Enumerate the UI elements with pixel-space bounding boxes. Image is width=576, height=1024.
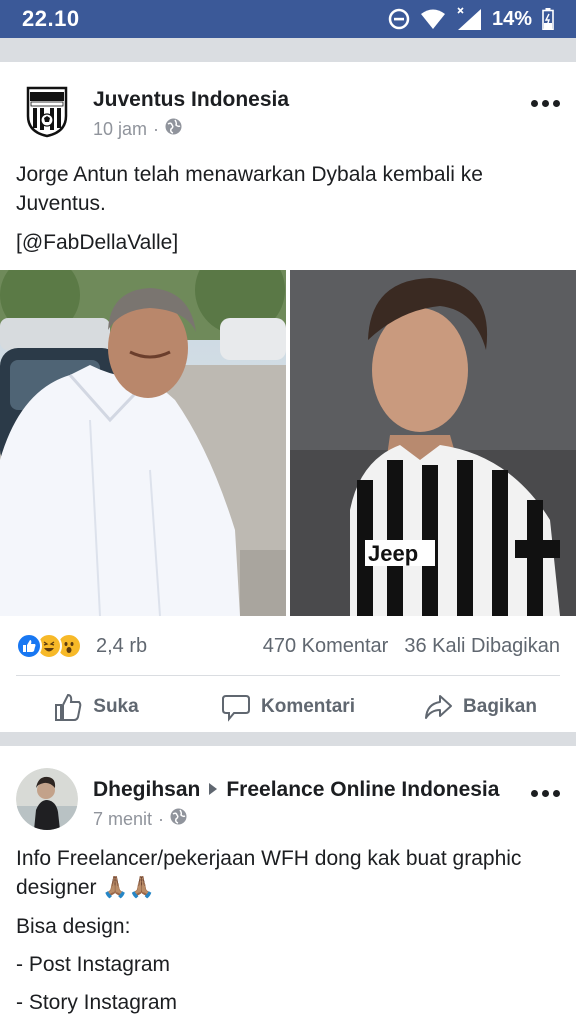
post-text-line: - Post Instagram bbox=[16, 953, 171, 976]
comment-icon bbox=[221, 692, 251, 722]
post-actions: Suka Komentari Bagikan bbox=[0, 682, 576, 732]
post-header: Juventus Indonesia 10 jam · bbox=[16, 78, 560, 142]
globe-icon bbox=[165, 118, 182, 140]
reactions-bar: 2,4 rb 470 Komentar 36 Kali Dibagikan bbox=[16, 630, 560, 662]
signal-icon bbox=[456, 7, 482, 31]
post-time[interactable]: 10 jam bbox=[93, 119, 147, 140]
like-label: Suka bbox=[93, 696, 139, 717]
feed-post: Juventus Indonesia 10 jam · Jorge Antun … bbox=[0, 62, 576, 732]
share-icon bbox=[423, 692, 453, 722]
comment-label: Komentari bbox=[261, 696, 355, 717]
group-name-link[interactable]: Freelance Online Indonesia bbox=[226, 778, 499, 802]
status-icons: 14% bbox=[388, 7, 554, 31]
svg-text:Jeep: Jeep bbox=[368, 541, 418, 566]
post-header: Dhegihsan Freelance Online Indonesia 7 m… bbox=[16, 768, 560, 832]
page-avatar[interactable] bbox=[16, 78, 78, 140]
globe-icon bbox=[170, 808, 187, 830]
photo-grid: Jeep bbox=[0, 270, 576, 616]
post-photo-right[interactable]: Jeep bbox=[290, 270, 576, 616]
share-label: Bagikan bbox=[463, 696, 537, 717]
more-options-button[interactable] bbox=[531, 100, 560, 107]
post-text-line: Bisa design: bbox=[16, 915, 131, 938]
feed-gap bbox=[0, 732, 576, 746]
post-text: Jorge Antun telah menawarkan Dybala kemb… bbox=[16, 163, 483, 215]
meta-separator: · bbox=[153, 118, 160, 139]
post-meta: 10 jam · bbox=[93, 118, 182, 140]
battery-percent: 14% bbox=[491, 7, 532, 30]
author-name-link[interactable]: Dhegihsan bbox=[93, 778, 200, 802]
post-text: Info Freelancer/pekerjaan WFH dong kak b… bbox=[16, 847, 522, 899]
reaction-icons[interactable] bbox=[16, 633, 82, 659]
thumbs-up-icon bbox=[53, 692, 83, 722]
feed-gap bbox=[0, 38, 576, 62]
feed-post: Dhegihsan Freelance Online Indonesia 7 m… bbox=[0, 746, 576, 1024]
status-bar: 22.10 14% bbox=[0, 0, 576, 38]
share-button[interactable]: Bagikan bbox=[384, 682, 576, 732]
reaction-count[interactable]: 2,4 rb bbox=[96, 635, 147, 658]
shares-count[interactable]: 36 Kali Dibagikan bbox=[404, 635, 560, 658]
post-time[interactable]: 7 menit bbox=[93, 809, 152, 830]
post-author-line: Dhegihsan Freelance Online Indonesia bbox=[93, 778, 499, 802]
page-name-link[interactable]: Juventus Indonesia bbox=[93, 88, 289, 112]
user-avatar[interactable] bbox=[16, 768, 78, 830]
more-options-button[interactable] bbox=[531, 790, 560, 797]
like-button[interactable]: Suka bbox=[0, 682, 192, 732]
status-time: 22.10 bbox=[22, 6, 80, 31]
caret-right-icon bbox=[208, 778, 218, 802]
like-icon bbox=[16, 633, 42, 659]
wifi-icon bbox=[420, 8, 446, 30]
comments-count[interactable]: 470 Komentar bbox=[263, 635, 389, 658]
do-not-disturb-icon bbox=[388, 8, 410, 30]
post-meta: 7 menit · bbox=[93, 808, 187, 830]
battery-icon bbox=[542, 8, 554, 30]
post-photo-left[interactable] bbox=[0, 270, 286, 616]
meta-separator: · bbox=[158, 808, 165, 829]
comment-button[interactable]: Komentari bbox=[192, 682, 384, 732]
post-source: [@FabDellaValle] bbox=[16, 231, 179, 254]
post-text-line: - Story Instagram bbox=[16, 991, 178, 1014]
divider bbox=[16, 675, 560, 676]
